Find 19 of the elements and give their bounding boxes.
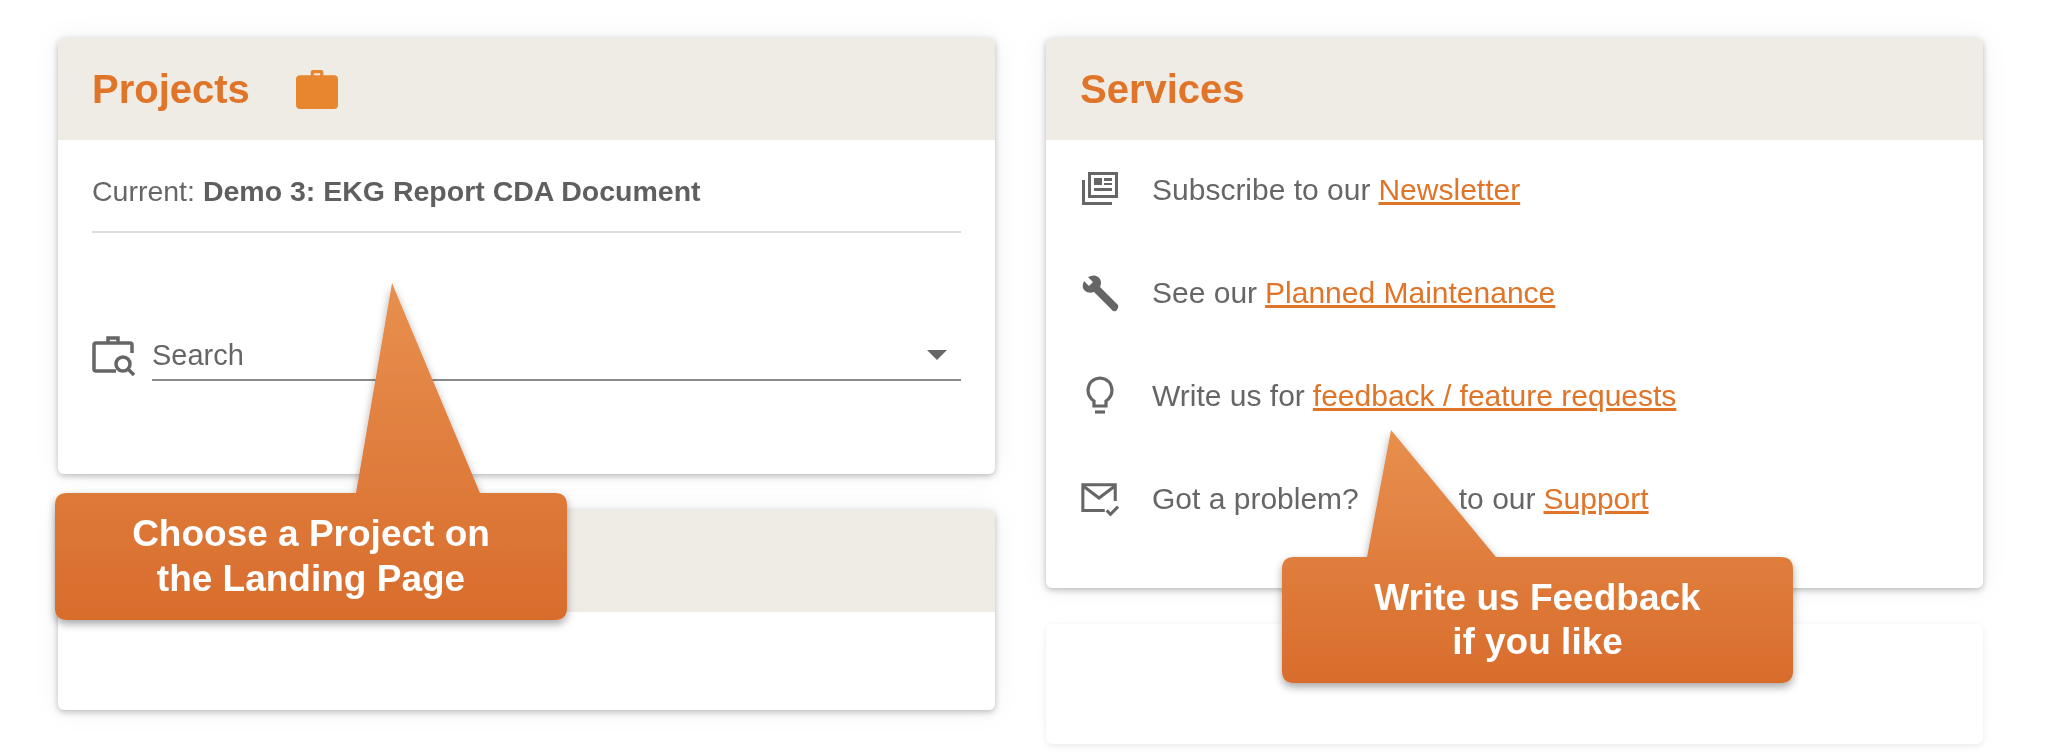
service-text: Write us for: [1152, 379, 1305, 413]
wrench-icon: [1080, 273, 1120, 313]
callout-text: Write us Feedback if you like: [1374, 575, 1701, 664]
current-project: Current: Demo 3: EKG Report CDA Document: [92, 140, 961, 233]
briefcase-icon: [295, 69, 338, 109]
callout-text: Choose a Project on the Landing Page: [132, 512, 490, 601]
service-link[interactable]: feedback / feature requests: [1312, 379, 1677, 413]
search-field[interactable]: Search: [152, 338, 927, 372]
service-link[interactable]: Planned Maintenance: [1265, 276, 1556, 310]
service-text: Got a problem?: [1152, 482, 1359, 516]
service-text: Subscribe to our: [1152, 173, 1371, 207]
service-text: See our: [1152, 276, 1258, 310]
service-text: to our: [1458, 482, 1536, 516]
card-title: Services: [1080, 66, 1245, 112]
caret-icon: [927, 350, 947, 360]
service-link[interactable]: Newsletter: [1378, 173, 1521, 207]
service-link[interactable]: Support: [1543, 482, 1649, 516]
briefcase-search-icon: [92, 335, 138, 377]
card-title: Projects: [92, 66, 250, 112]
